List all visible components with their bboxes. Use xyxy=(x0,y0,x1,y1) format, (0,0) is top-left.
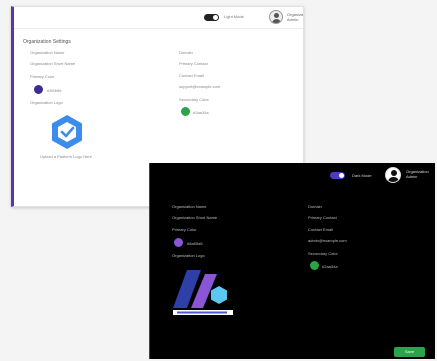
section-title: Organization Settings xyxy=(23,39,71,45)
primary-color-label: Primary Color xyxy=(172,227,197,232)
org-short-name-label: Organization Short Name xyxy=(172,215,218,220)
secondary-color-swatch[interactable] xyxy=(181,107,190,116)
screenshot-stage: Light Mode Organization Admin Organizati… xyxy=(0,0,437,361)
org-name-label: Organization Name xyxy=(172,204,207,209)
contact-email-value[interactable]: admin@example.com xyxy=(308,238,347,243)
org-logo-label: Organization Logo xyxy=(30,100,63,105)
stacked-shapes-logo-icon[interactable] xyxy=(171,264,237,316)
theme-toggle-icon[interactable] xyxy=(330,172,345,179)
contact-email-label: Contact Email xyxy=(179,73,204,78)
org-name-label: Organization Name xyxy=(30,50,65,55)
secondary-color-swatch[interactable] xyxy=(310,261,319,270)
domain-label: Domain xyxy=(179,50,193,55)
mode-label: Light Mode xyxy=(224,14,244,19)
secondary-color-label: Secondary Color xyxy=(308,251,338,256)
logo-upload-caption[interactable]: Upload a Platform Logo Here xyxy=(40,154,92,159)
hexagon-check-logo-icon[interactable] xyxy=(50,114,84,150)
contact-email-label: Contact Email xyxy=(308,227,333,232)
primary-color-value[interactable]: #8a55d6 xyxy=(187,241,203,246)
user-avatar-icon[interactable] xyxy=(269,10,283,24)
primary-color-swatch[interactable] xyxy=(174,238,183,247)
org-short-name-label: Organization Short Name xyxy=(30,61,76,66)
user-avatar-icon[interactable] xyxy=(385,167,401,183)
primary-contact-label: Primary Contact xyxy=(308,215,337,220)
primary-contact-label: Primary Contact xyxy=(179,61,208,66)
user-name: Organization Admin xyxy=(406,169,429,179)
user-name: Organization Admin xyxy=(287,12,304,22)
theme-toggle-icon[interactable] xyxy=(204,14,219,21)
light-topbar: Light Mode Organization Admin xyxy=(14,7,303,29)
primary-color-value[interactable]: #3f2b96 xyxy=(47,88,61,93)
primary-color-label: Primary Color xyxy=(30,74,55,79)
primary-color-swatch[interactable] xyxy=(34,85,43,94)
contact-email-value[interactable]: support@example.com xyxy=(179,84,220,89)
domain-label: Domain xyxy=(308,204,322,209)
dark-mode-settings-panel: Dark Mode Organization Admin Organizatio… xyxy=(149,163,435,359)
org-logo-label: Organization Logo xyxy=(172,253,205,258)
save-button[interactable]: Save xyxy=(394,347,425,357)
secondary-color-label: Secondary Color xyxy=(179,97,209,102)
secondary-color-value[interactable]: #2aa34a xyxy=(322,264,338,269)
secondary-color-value[interactable]: #2aa34a xyxy=(193,110,209,115)
mode-label: Dark Mode xyxy=(352,173,372,178)
